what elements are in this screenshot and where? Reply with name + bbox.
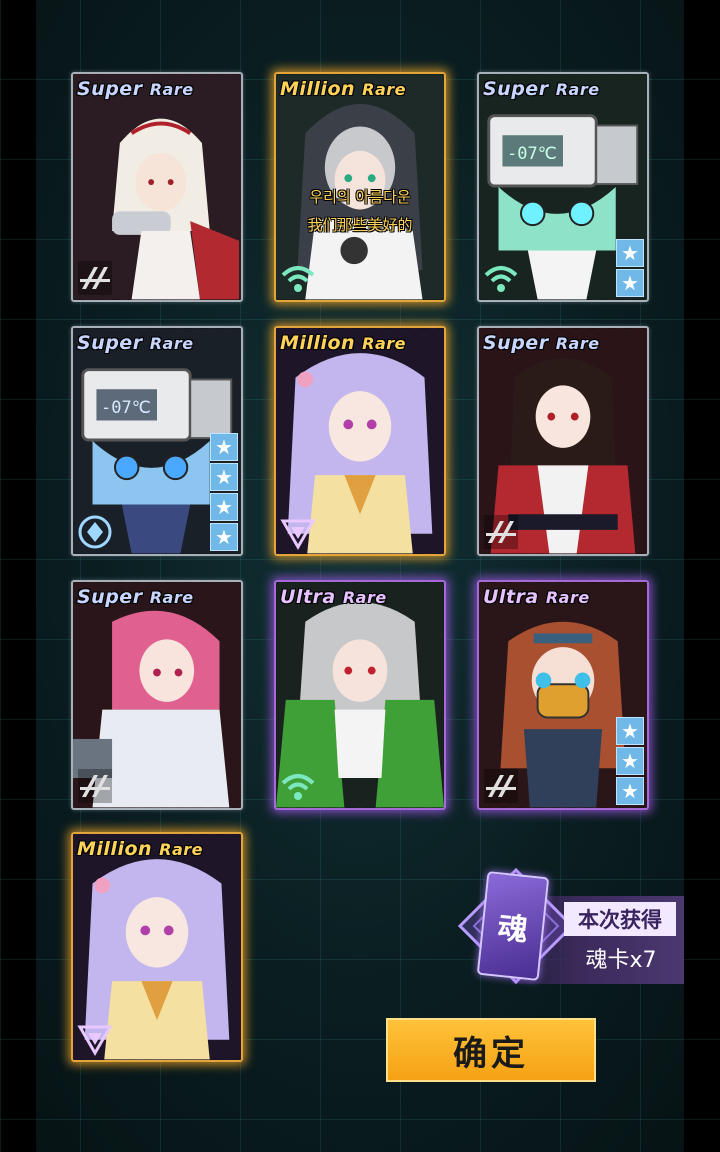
- faction-stripes-icon: [78, 261, 112, 295]
- faction-wifi-icon: [484, 266, 518, 292]
- faction-wifi-icon: [281, 774, 315, 800]
- thermometer-readout: -07℃: [507, 144, 557, 164]
- faction-stripes-icon: [484, 769, 518, 803]
- rarity-label: Ultra Rare: [280, 586, 387, 608]
- thermometer-readout: -07℃: [101, 398, 151, 418]
- star-rating: ★ ★: [616, 237, 644, 297]
- character-card[interactable]: Million Rare: [71, 832, 243, 1062]
- rarity-label: Super Rare: [77, 78, 194, 100]
- character-card[interactable]: Super Rare: [71, 72, 243, 302]
- star-icon: ★: [616, 747, 644, 775]
- faction-stripes-icon: [78, 769, 112, 803]
- confirm-button[interactable]: 确定: [386, 1018, 596, 1082]
- character-card[interactable]: -07℃ Super Rare ★ ★: [477, 72, 649, 302]
- star-icon: ★: [616, 239, 644, 267]
- chinese-caption: 我们那些美好的: [307, 216, 413, 234]
- character-card[interactable]: Million Rare 우리의 아름다운 我们那些美好的: [274, 72, 446, 302]
- faction-wifi-icon: [281, 266, 315, 292]
- rarity-label: Super Rare: [483, 78, 600, 100]
- character-card[interactable]: Million Rare: [274, 326, 446, 556]
- rarity-label: Million Rare: [280, 332, 407, 354]
- character-card[interactable]: -07℃ Super Rare ★ ★ ★ ★: [71, 326, 243, 556]
- reward-count: 魂卡x7: [585, 948, 657, 973]
- star-icon: ★: [616, 269, 644, 297]
- character-card[interactable]: Ultra Rare ★ ★ ★: [477, 580, 649, 810]
- star-icon: ★: [210, 463, 238, 491]
- star-icon: ★: [210, 523, 238, 551]
- faction-circle-icon: [78, 515, 112, 549]
- korean-caption: 우리의 아름다운: [309, 188, 411, 206]
- star-icon: ★: [210, 433, 238, 461]
- character-card[interactable]: Super Rare: [477, 326, 649, 556]
- rarity-label: Super Rare: [483, 332, 600, 354]
- star-icon: ★: [616, 717, 644, 745]
- reward-title: 本次获得: [564, 902, 676, 936]
- faction-triangle-icon: [280, 519, 316, 551]
- rarity-label: Million Rare: [77, 838, 204, 860]
- faction-triangle-icon: [77, 1025, 113, 1057]
- star-rating: ★ ★ ★ ★: [210, 431, 238, 551]
- star-rating: ★ ★ ★: [616, 715, 644, 805]
- character-card[interactable]: Ultra Rare: [274, 580, 446, 810]
- faction-stripes-icon: [484, 515, 518, 549]
- star-icon: ★: [210, 493, 238, 521]
- star-icon: ★: [616, 777, 644, 805]
- rarity-label: Million Rare: [280, 78, 407, 100]
- rarity-label: Super Rare: [77, 586, 194, 608]
- character-card[interactable]: Super Rare: [71, 580, 243, 810]
- soul-card-icon: 魂: [476, 871, 550, 981]
- rarity-label: Super Rare: [77, 332, 194, 354]
- reward-panel: 魂 本次获得 魂卡x7: [452, 862, 684, 994]
- rarity-label: Ultra Rare: [483, 586, 590, 608]
